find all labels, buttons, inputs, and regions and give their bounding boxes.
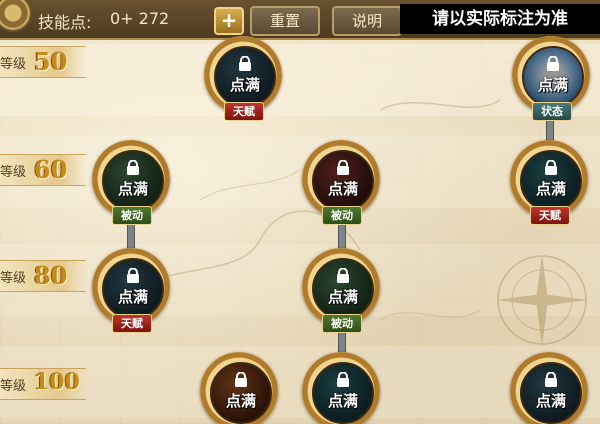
skill-node[interactable]: 点满 天赋	[92, 248, 170, 338]
lock-icon	[127, 268, 139, 283]
skill-node[interactable]: 点满 被动	[92, 140, 170, 230]
level-tag-50: 等级 50	[0, 46, 86, 78]
reset-button[interactable]: 重置	[250, 6, 320, 36]
skill-node[interactable]: 点满 被动	[302, 248, 380, 338]
lock-icon	[337, 160, 349, 175]
lock-icon	[545, 160, 557, 175]
skill-status-text: 点满	[327, 180, 358, 198]
skill-node[interactable]: 点满	[200, 352, 278, 424]
state-tag: 状态	[532, 102, 572, 121]
skill-node[interactable]: 点满 天赋	[510, 140, 588, 230]
talent-tag: 天赋	[112, 314, 152, 333]
lock-icon	[545, 372, 557, 387]
skill-tree-board: 技能点: 0+ 272 + 重置 说明 请以实际标注为准 等级 50 等级 60…	[0, 0, 600, 424]
add-skill-points-button[interactable]: +	[214, 7, 244, 35]
skill-talent-icon: 点满	[214, 46, 276, 108]
skill-points-value: 0+ 272	[110, 9, 170, 28]
level-prefix: 等级	[0, 57, 27, 72]
skill-node[interactable]: 点满 状态	[512, 36, 590, 126]
skill-icon: 点满	[210, 362, 272, 424]
level-prefix: 等级	[0, 379, 27, 394]
lock-icon	[547, 56, 559, 71]
skill-node[interactable]: 点满	[510, 352, 588, 424]
passive-tag: 被动	[322, 206, 362, 225]
level-number: 80	[34, 261, 68, 290]
skill-passive-icon: 点满	[312, 258, 374, 320]
level-tag-100: 等级 100	[0, 368, 86, 400]
level-number: 60	[34, 155, 68, 184]
level-prefix: 等级	[0, 165, 27, 180]
passive-tag: 被动	[322, 314, 362, 333]
lock-icon	[337, 372, 349, 387]
help-button[interactable]: 说明	[332, 6, 402, 36]
level-number: 50	[34, 47, 68, 76]
caption-note: 请以实际标注为准	[400, 4, 600, 34]
passive-tag: 被动	[112, 206, 152, 225]
level-tag-80: 等级 80	[0, 260, 86, 292]
skill-passive-icon: 点满	[102, 150, 164, 212]
skill-status-text: 点满	[327, 392, 358, 410]
talent-tag: 天赋	[224, 102, 264, 121]
lock-icon	[235, 372, 247, 387]
skill-status-text: 点满	[225, 392, 256, 410]
skill-status-text: 点满	[117, 288, 148, 306]
skill-passive-icon: 点满	[312, 150, 374, 212]
skill-talent-icon: 点满	[520, 150, 582, 212]
skill-node[interactable]: 点满 天赋	[204, 36, 282, 126]
skill-node[interactable]: 点满	[302, 352, 380, 424]
skill-icon: 点满	[312, 362, 374, 424]
skill-status-text: 点满	[327, 288, 358, 306]
lock-icon	[337, 268, 349, 283]
skill-node[interactable]: 点满 被动	[302, 140, 380, 230]
skill-status-text: 点满	[535, 180, 566, 198]
level-tag-60: 等级 60	[0, 154, 86, 186]
skill-status-text: 点满	[229, 76, 260, 94]
talent-tag: 天赋	[530, 206, 570, 225]
compass-rose-icon	[496, 254, 588, 346]
skill-status-text: 点满	[537, 76, 568, 94]
skill-points-label: 技能点:	[38, 13, 92, 32]
level-number: 100	[34, 369, 80, 395]
skill-talent-icon: 点满	[102, 258, 164, 320]
compass-ornament-icon	[0, 0, 32, 32]
lock-icon	[127, 160, 139, 175]
top-bar: 技能点: 0+ 272 + 重置 说明 请以实际标注为准	[0, 0, 600, 40]
skill-state-icon: 点满	[522, 46, 584, 108]
skill-icon: 点满	[520, 362, 582, 424]
skill-status-text: 点满	[117, 180, 148, 198]
level-prefix: 等级	[0, 271, 27, 286]
skill-status-text: 点满	[535, 392, 566, 410]
lock-icon	[239, 56, 251, 71]
